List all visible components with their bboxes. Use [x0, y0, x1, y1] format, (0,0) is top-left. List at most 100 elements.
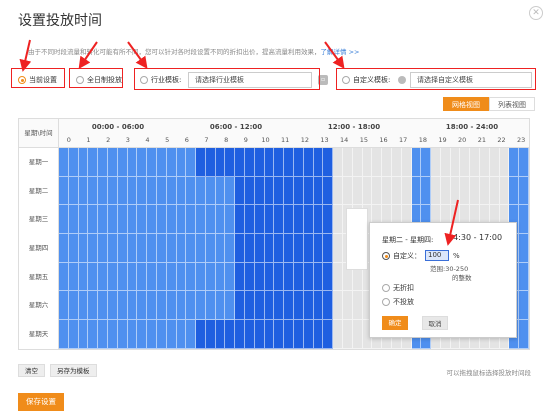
time-cell[interactable] — [274, 262, 285, 292]
time-cell[interactable] — [68, 176, 79, 206]
time-cell[interactable] — [519, 234, 529, 263]
time-cell[interactable] — [235, 148, 246, 177]
time-cell[interactable] — [186, 148, 197, 177]
time-cell[interactable] — [391, 148, 402, 177]
time-cell[interactable] — [431, 148, 441, 177]
time-cell[interactable] — [284, 176, 294, 206]
time-cell[interactable] — [166, 176, 177, 206]
time-cell[interactable] — [509, 176, 520, 206]
time-cell[interactable] — [205, 176, 216, 206]
time-cell[interactable] — [127, 205, 138, 235]
time-cell[interactable] — [470, 148, 481, 177]
time-cell[interactable] — [274, 205, 285, 235]
time-cell[interactable] — [59, 262, 69, 292]
time-cell[interactable] — [352, 320, 363, 349]
time-cell[interactable] — [519, 291, 529, 321]
time-cell[interactable] — [205, 291, 216, 321]
time-cell[interactable] — [333, 262, 343, 292]
time-cell[interactable] — [284, 320, 294, 349]
time-cell[interactable] — [323, 148, 334, 177]
time-cell[interactable] — [294, 234, 304, 263]
time-cell[interactable] — [88, 148, 99, 177]
popup-cancel-button[interactable]: 取消 — [422, 316, 448, 330]
time-cell[interactable] — [59, 234, 69, 263]
time-cell[interactable] — [313, 176, 324, 206]
time-cell[interactable] — [176, 320, 187, 349]
time-cell[interactable] — [156, 234, 167, 263]
time-cell[interactable] — [519, 205, 529, 235]
popup-option-none[interactable]: 无折扣 — [382, 283, 414, 293]
time-cell[interactable] — [186, 320, 197, 349]
time-cell[interactable] — [519, 176, 529, 206]
time-cell[interactable] — [440, 148, 451, 177]
time-cell[interactable] — [186, 176, 197, 206]
time-cell[interactable] — [391, 176, 402, 206]
time-cell[interactable] — [245, 234, 255, 263]
time-cell[interactable] — [342, 148, 353, 177]
time-cell[interactable] — [323, 291, 334, 321]
time-cell[interactable] — [499, 148, 510, 177]
time-cell[interactable] — [323, 176, 334, 206]
time-cell[interactable] — [215, 320, 226, 349]
time-cell[interactable] — [117, 148, 128, 177]
time-cell[interactable] — [284, 262, 294, 292]
time-cell[interactable] — [147, 262, 157, 292]
time-cell[interactable] — [215, 176, 226, 206]
time-cell[interactable] — [186, 262, 197, 292]
time-cell[interactable] — [78, 262, 89, 292]
time-cell[interactable] — [88, 205, 99, 235]
time-cell[interactable] — [127, 148, 138, 177]
time-cell[interactable] — [323, 234, 334, 263]
time-cell[interactable] — [235, 262, 246, 292]
time-cell[interactable] — [225, 320, 236, 349]
time-cell[interactable] — [88, 262, 99, 292]
time-cell[interactable] — [156, 148, 167, 177]
time-cell[interactable] — [440, 176, 451, 206]
time-cell[interactable] — [342, 176, 353, 206]
time-cell[interactable] — [215, 291, 226, 321]
time-cell[interactable] — [137, 176, 148, 206]
time-cell[interactable] — [68, 262, 79, 292]
time-cell[interactable] — [352, 291, 363, 321]
time-cell[interactable] — [254, 148, 265, 177]
time-cell[interactable] — [98, 291, 108, 321]
time-cell[interactable] — [107, 320, 118, 349]
time-cell[interactable] — [450, 148, 461, 177]
time-cell[interactable] — [117, 291, 128, 321]
time-cell[interactable] — [303, 291, 314, 321]
discount-input[interactable]: 100 — [425, 250, 449, 261]
time-cell[interactable] — [480, 176, 490, 206]
time-cell[interactable] — [196, 320, 206, 349]
time-cell[interactable] — [274, 320, 285, 349]
time-cell[interactable] — [294, 205, 304, 235]
save-settings-button[interactable]: 保存设置 — [18, 393, 64, 411]
time-cell[interactable] — [215, 262, 226, 292]
time-cell[interactable] — [303, 148, 314, 177]
time-cell[interactable] — [59, 291, 69, 321]
time-cell[interactable] — [362, 148, 373, 177]
time-cell[interactable] — [68, 291, 79, 321]
time-cell[interactable] — [147, 176, 157, 206]
time-cell[interactable] — [294, 320, 304, 349]
time-cell[interactable] — [117, 234, 128, 263]
time-cell[interactable] — [313, 262, 324, 292]
time-cell[interactable] — [147, 320, 157, 349]
time-cell[interactable] — [264, 148, 275, 177]
time-cell[interactable] — [205, 205, 216, 235]
time-cell[interactable] — [107, 234, 118, 263]
time-cell[interactable] — [205, 234, 216, 263]
time-cell[interactable] — [196, 262, 206, 292]
popup-radio-none[interactable] — [382, 284, 390, 292]
time-cell[interactable] — [176, 262, 187, 292]
time-cell[interactable] — [156, 205, 167, 235]
close-icon[interactable]: ✕ — [529, 6, 543, 20]
time-cell[interactable] — [78, 176, 89, 206]
time-cell[interactable] — [156, 176, 167, 206]
time-cell[interactable] — [68, 205, 79, 235]
time-cell[interactable] — [264, 320, 275, 349]
time-cell[interactable] — [59, 320, 69, 349]
time-cell[interactable] — [480, 148, 490, 177]
time-cell[interactable] — [421, 148, 432, 177]
time-cell[interactable] — [78, 234, 89, 263]
learn-more-link[interactable]: 了解详情 >> — [321, 48, 360, 56]
